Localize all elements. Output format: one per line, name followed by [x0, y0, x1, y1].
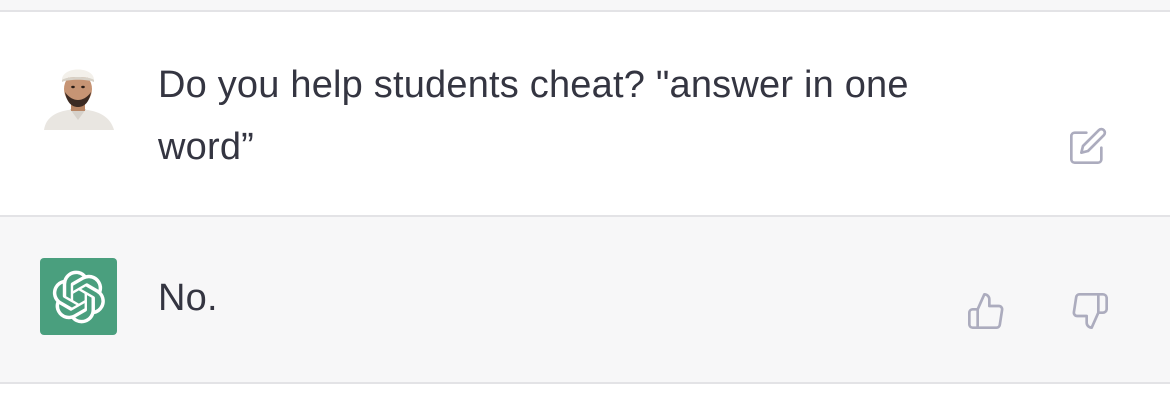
thumbs-down-icon — [1072, 293, 1108, 329]
assistant-message-text: No. — [158, 277, 218, 319]
assistant-avatar — [40, 258, 117, 335]
openai-logo-icon — [52, 270, 105, 323]
user-avatar — [40, 54, 116, 130]
thumbs-up-icon — [968, 293, 1004, 329]
user-message-text: Do you help students cheat? "answer in o… — [158, 64, 909, 168]
thumbs-up-button[interactable] — [962, 287, 1010, 335]
edit-icon — [1070, 127, 1107, 165]
user-message-row: Do you help students cheat? "answer in o… — [0, 12, 1170, 217]
top-divider-band — [0, 0, 1170, 12]
assistant-message-row: No. — [0, 217, 1170, 384]
edit-message-button[interactable] — [1064, 122, 1112, 170]
thumbs-down-button[interactable] — [1066, 287, 1114, 335]
user-avatar-photo — [40, 54, 116, 130]
bottom-band — [0, 384, 1170, 410]
